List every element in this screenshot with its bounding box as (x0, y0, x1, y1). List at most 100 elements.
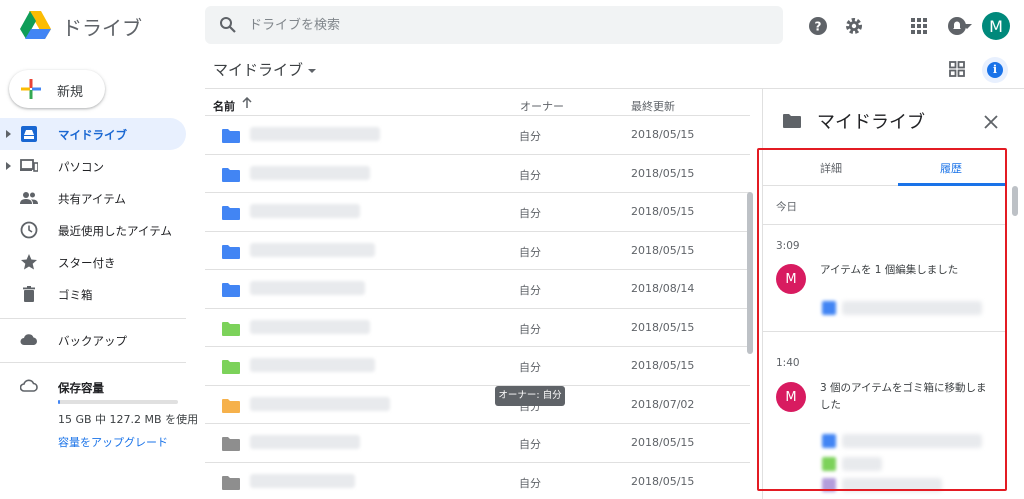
panel-title: マイドライブ (817, 112, 925, 133)
row-owner: 自分 (519, 476, 541, 490)
folder-icon (222, 360, 240, 374)
sidebar-item-my-drive[interactable]: マイドライブ (0, 118, 186, 150)
notifications-bell-icon[interactable] (945, 14, 969, 38)
computers-icon (20, 159, 38, 172)
folder-icon (222, 129, 240, 143)
upgrade-storage-link[interactable]: 容量をアップグレード (58, 434, 168, 450)
row-modified: 2018/05/15 (631, 128, 695, 141)
table-row[interactable]: 自分 2018/08/14 (205, 270, 750, 309)
sidebar-item-starred[interactable]: スター付き (0, 246, 186, 278)
sidebar-item-trash[interactable]: ゴミ箱 (0, 278, 186, 310)
column-header-owner[interactable]: オーナー (520, 98, 564, 114)
sidebar-item-label: バックアップ (58, 334, 127, 348)
row-owner: 自分 (519, 361, 541, 374)
blurred-file-name (250, 358, 375, 372)
sidebar-nav: マイドライブ パソコン 共有アイテム 最近使用したアイテム スター付き ゴミ箱 (0, 118, 186, 310)
info-button[interactable]: i (982, 57, 1008, 83)
row-modified: 2018/05/15 (631, 166, 695, 180)
close-icon[interactable] (981, 112, 1001, 132)
table-row[interactable]: 自分 2018/05/15 (205, 193, 750, 232)
row-owner: 自分 (519, 438, 541, 451)
sidebar-item-recent[interactable]: 最近使用したアイテム (0, 214, 186, 246)
storage-used-text: 15 GB 中 127.2 MB を使用 (58, 413, 199, 426)
blurred-file-name (250, 319, 370, 334)
gear-icon[interactable] (842, 14, 866, 38)
folder-icon (222, 437, 240, 451)
sidebar-item-backup[interactable]: バックアップ (0, 324, 186, 356)
plus-icon (21, 79, 41, 99)
blurred-file-name (250, 165, 370, 180)
folder-icon (783, 114, 801, 128)
row-owner: 自分 (519, 168, 541, 182)
search-icon[interactable] (219, 16, 237, 34)
storage-title: 保存容量 (58, 381, 104, 395)
folder-icon (222, 167, 240, 182)
sidebar-item-label: パソコン (58, 160, 104, 174)
svg-text:?: ? (815, 20, 822, 34)
cloud-icon (20, 334, 37, 345)
blurred-file-name (250, 281, 365, 295)
row-owner: 自分 (519, 284, 541, 297)
blurred-file-name (250, 473, 355, 488)
column-header-modified[interactable]: 最終更新 (631, 98, 675, 114)
search-input[interactable] (249, 14, 729, 36)
star-icon (21, 254, 37, 270)
page-title[interactable]: マイドライブ (213, 59, 303, 80)
blurred-file-name (250, 396, 390, 411)
shared-people-icon (20, 192, 38, 204)
table-row[interactable]: 自分 2018/05/15 (205, 463, 750, 499)
folder-icon (222, 244, 240, 259)
row-modified: 2018/07/02 (631, 397, 695, 411)
row-modified: 2018/05/15 (631, 205, 695, 218)
table-row[interactable]: 自分 2018/05/15 (205, 155, 750, 193)
row-owner: 自分 (519, 130, 541, 143)
row-modified: 2018/08/14 (631, 282, 695, 295)
sidebar-item-shared[interactable]: 共有アイテム (0, 182, 186, 214)
cloud-outline-icon (20, 379, 38, 392)
app-name[interactable]: ドライブ (62, 12, 142, 41)
blurred-file-name (250, 435, 360, 449)
panel-scrollbar[interactable] (1012, 186, 1018, 216)
row-owner: 自分 (519, 207, 541, 220)
top-header: ドライブ ? M (0, 0, 1024, 52)
expand-arrow-icon[interactable] (6, 130, 11, 138)
blurred-file-name (250, 242, 375, 257)
storage-progress-bar (58, 400, 178, 404)
chevron-down-icon[interactable] (308, 69, 316, 73)
row-owner: 自分 (519, 245, 541, 259)
folder-icon (222, 283, 240, 297)
blurred-file-name (250, 127, 380, 141)
drive-logo-icon[interactable] (20, 11, 52, 39)
info-icon: i (987, 62, 1003, 78)
sidebar-item-label: スター付き (58, 256, 116, 270)
table-row[interactable]: 自分 2018/05/15 (205, 232, 750, 270)
account-avatar[interactable]: M (982, 12, 1010, 40)
clock-icon (20, 221, 38, 239)
folder-icon (222, 475, 240, 490)
table-row[interactable]: 自分 2018/05/15 (205, 309, 750, 347)
sidebar-item-computers[interactable]: パソコン (0, 150, 186, 182)
file-list: 自分 2018/05/15 自分 2018/05/15 自分 2018/05/15 自分 20… (205, 116, 750, 499)
expand-arrow-icon[interactable] (6, 162, 11, 170)
table-row[interactable]: 自分 2018/05/15 (205, 424, 750, 463)
new-button-label: 新規 (57, 85, 84, 100)
apps-grid-icon[interactable] (907, 14, 931, 38)
row-modified: 2018/05/15 (631, 359, 695, 372)
row-modified: 2018/05/15 (631, 474, 695, 488)
new-button[interactable]: 新規 (9, 70, 105, 108)
table-row[interactable]: 自分 2018/05/15 (205, 116, 750, 155)
row-owner: 自分 (519, 322, 541, 336)
storage-progress-fill (58, 400, 61, 404)
column-header-name[interactable]: 名前 (213, 98, 235, 114)
my-drive-icon (21, 126, 37, 142)
folder-icon (222, 206, 240, 220)
table-row[interactable]: 自分 2018/07/02 (205, 386, 750, 424)
table-row[interactable]: 自分 2018/05/15 (205, 347, 750, 386)
file-list-scrollbar[interactable] (747, 192, 753, 354)
help-icon[interactable]: ? (806, 14, 830, 38)
search-bar[interactable] (205, 6, 972, 44)
arrow-up-icon[interactable] (241, 97, 253, 109)
folder-icon (222, 321, 240, 336)
grid-view-icon[interactable] (948, 60, 966, 78)
folder-icon (222, 398, 240, 413)
